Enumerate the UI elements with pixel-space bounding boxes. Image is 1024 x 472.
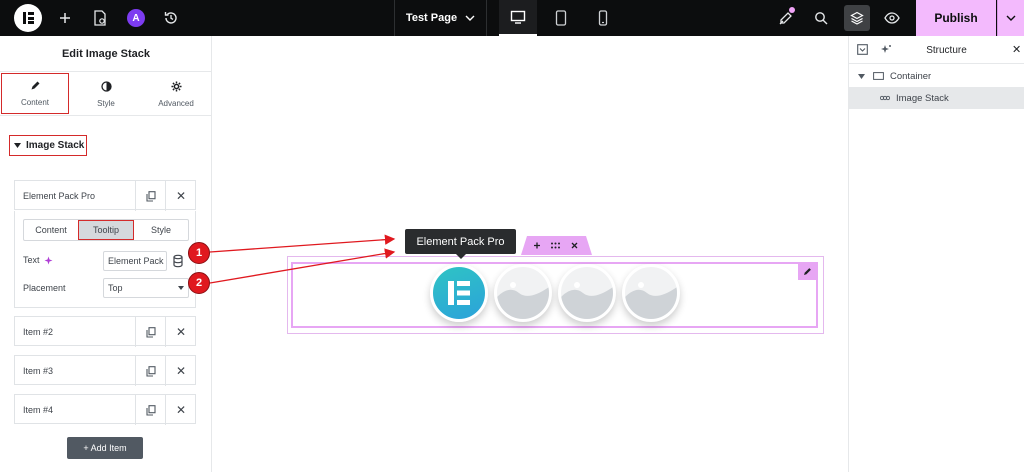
repeater-item[interactable]: Item #4 ✕ <box>14 394 196 425</box>
item-label: Item #3 <box>23 366 54 376</box>
tablet-view-button[interactable] <box>542 0 580 36</box>
section-title: Image Stack <box>26 140 85 151</box>
image-stack-icon <box>880 95 890 101</box>
desktop-icon <box>510 10 526 24</box>
text-field-label: Text <box>23 255 53 265</box>
stack-image-placeholder[interactable] <box>494 264 552 322</box>
page-title: Test Page <box>405 12 458 24</box>
tab-label: Style <box>97 98 115 108</box>
close-icon[interactable]: ✕ <box>165 181 196 211</box>
annotation-marker-2: 2 <box>188 272 210 294</box>
search-icon[interactable] <box>809 6 833 30</box>
placement-select[interactable]: Top <box>103 278 189 298</box>
repeater-item[interactable]: Item #3 ✕ <box>14 355 196 386</box>
tab-advanced[interactable]: Advanced <box>141 72 211 116</box>
caret-down-icon <box>14 143 21 148</box>
layers-icon <box>850 11 864 25</box>
preview-eye-icon[interactable] <box>880 6 904 30</box>
stack-image-elementor-logo[interactable] <box>430 264 488 322</box>
mobile-view-button[interactable] <box>584 0 622 36</box>
image-stack-section-toggle[interactable]: Image Stack <box>9 135 87 156</box>
duplicate-icon[interactable] <box>135 395 165 425</box>
stack-image-placeholder[interactable] <box>558 264 616 322</box>
structure-layers-button[interactable] <box>844 5 870 31</box>
pencil-icon <box>30 80 41 94</box>
item-tab-tooltip[interactable]: Tooltip <box>78 220 134 240</box>
close-icon[interactable]: ✕ <box>165 317 196 347</box>
tooltip-text-input[interactable]: Element Pack Pro <box>103 251 167 271</box>
repeater-item[interactable]: Element Pack Pro ✕ <box>14 180 196 211</box>
dynamic-tags-icon[interactable] <box>172 254 184 268</box>
duplicate-icon[interactable] <box>135 317 165 347</box>
page-settings-icon[interactable] <box>88 6 112 30</box>
caret-down-icon <box>178 286 184 290</box>
desktop-view-button[interactable] <box>499 0 537 36</box>
publish-options-button[interactable] <box>997 0 1024 36</box>
elementor-logo-icon[interactable] <box>14 4 42 32</box>
sparkle-icon[interactable] <box>881 44 892 58</box>
publish-button[interactable]: Publish <box>916 0 996 36</box>
container-icon <box>873 72 884 80</box>
duplicate-icon[interactable] <box>135 356 165 386</box>
item-label: Item #2 <box>23 327 54 337</box>
tree-item-image-stack[interactable]: Image Stack <box>849 87 1024 109</box>
top-bar: A Test Page Publish <box>0 0 1024 36</box>
collapse-all-icon[interactable] <box>857 44 868 58</box>
stack-image-placeholder[interactable] <box>622 264 680 322</box>
panel-title: Edit Image Stack <box>0 36 212 72</box>
tooltip-preview: Element Pack Pro <box>405 229 516 254</box>
edit-widget-pencil-icon[interactable] <box>798 263 816 280</box>
placement-value: Top <box>108 283 123 293</box>
structure-panel: Structure ✕ Container Image Stack <box>848 36 1024 472</box>
structure-header: Structure ✕ <box>849 36 1024 64</box>
ai-assistant-icon[interactable]: A <box>127 9 145 27</box>
tree-item-label: Container <box>890 70 932 82</box>
image-stack-widget[interactable] <box>291 262 818 328</box>
panel-tabs: Content Style Advanced <box>0 72 212 116</box>
item-tab-style[interactable]: Style <box>134 220 188 240</box>
tablet-icon <box>555 10 567 26</box>
mobile-icon <box>598 10 608 26</box>
ai-sparkle-icon[interactable] <box>44 256 53 265</box>
chevron-down-icon <box>1006 15 1016 21</box>
widget-handle[interactable] <box>521 236 592 255</box>
tab-style[interactable]: Style <box>71 72 141 116</box>
gear-icon <box>170 80 182 95</box>
item-tabs: Content Tooltip Style <box>23 219 189 241</box>
duplicate-icon[interactable] <box>135 181 165 211</box>
add-item-button[interactable]: + Add Item <box>67 437 143 459</box>
tooltip-arrow <box>455 253 467 259</box>
item-tab-content[interactable]: Content <box>24 220 78 240</box>
caret-down-icon <box>858 73 865 79</box>
close-icon[interactable]: ✕ <box>165 356 196 386</box>
structure-title: Structure <box>926 44 967 56</box>
tab-label: Advanced <box>158 98 194 108</box>
half-circle-icon <box>100 80 112 95</box>
tab-content[interactable]: Content <box>1 73 69 114</box>
repeater-item-settings: Content Tooltip Style Text Element Pack … <box>14 211 196 308</box>
tab-label: Content <box>20 98 50 107</box>
tree-item-container[interactable]: Container <box>849 65 1024 87</box>
placement-field-label: Placement <box>23 283 66 293</box>
notification-dot <box>789 7 795 13</box>
item-label: Item #4 <box>23 405 54 415</box>
close-icon[interactable]: ✕ <box>165 395 196 425</box>
annotation-marker-1: 1 <box>188 242 210 264</box>
add-element-icon[interactable] <box>53 6 77 30</box>
close-icon[interactable]: ✕ <box>1012 43 1021 56</box>
repeater-item[interactable]: Item #2 ✕ <box>14 316 196 347</box>
page-title-dropdown[interactable]: Test Page <box>394 0 487 36</box>
chevron-down-icon <box>465 15 475 21</box>
item-label: Element Pack Pro <box>23 191 96 201</box>
tree-item-label: Image Stack <box>896 92 949 104</box>
history-icon[interactable] <box>159 6 183 30</box>
